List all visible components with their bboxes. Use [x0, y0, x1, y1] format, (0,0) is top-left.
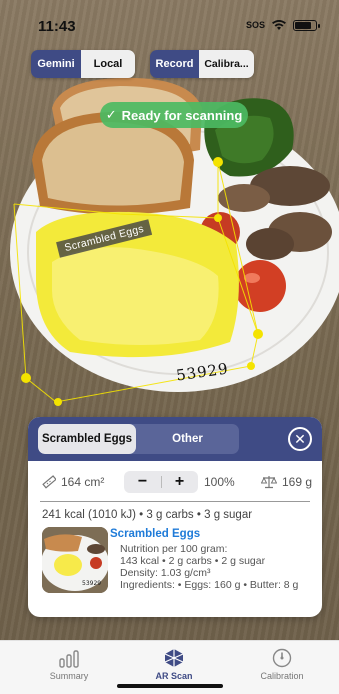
- anchor-point[interactable]: [213, 157, 223, 167]
- tab-calibration-label: Calibration: [260, 671, 304, 681]
- result-panel: Scrambled Eggs Other ✕ 164 cm² − + 100%: [28, 417, 322, 617]
- food-detail-card[interactable]: 53929 Scrambled Eggs Nutrition per 100 g…: [42, 527, 312, 611]
- calibrate-option[interactable]: Calibra...: [199, 50, 254, 78]
- phone-screen: Scrambled Eggs 53929 ✓ Ready for scannin…: [0, 0, 339, 694]
- food-name-link[interactable]: Scrambled Eggs: [110, 528, 200, 540]
- mushroom: [246, 228, 294, 260]
- nutrition-per-100g: 143 kcal • 2 g carbs • 2 g sugar: [120, 555, 266, 567]
- scale-icon: [260, 476, 277, 489]
- tab-summary-label: Summary: [49, 671, 89, 681]
- mode-toggle[interactable]: Gemini Local: [31, 50, 135, 78]
- status-bar: 11:43 SOS: [0, 0, 339, 40]
- decrease-button[interactable]: −: [124, 473, 161, 491]
- bar-chart-icon: [59, 650, 79, 668]
- anchor-point[interactable]: [214, 214, 222, 222]
- area-value: 164 cm²: [61, 475, 105, 489]
- anchor-point[interactable]: [247, 362, 255, 370]
- panel-header: Scrambled Eggs Other ✕: [28, 417, 322, 461]
- density-info: Density: 1.03 g/cm³: [120, 567, 211, 579]
- food-tab-scrambled-eggs[interactable]: Scrambled Eggs: [38, 424, 136, 454]
- measurement-row: 164 cm² − + 100% 169 g: [42, 471, 312, 493]
- weight-value: 169 g: [281, 475, 312, 489]
- mode-option-local[interactable]: Local: [81, 50, 135, 78]
- tab-calibration[interactable]: Calibration: [232, 641, 332, 694]
- portion-stepper[interactable]: − +: [124, 471, 198, 493]
- anchor-point[interactable]: [54, 398, 62, 406]
- stepper-divider: [161, 476, 162, 488]
- area-group: 164 cm²: [42, 475, 124, 489]
- svg-text:53929: 53929: [82, 580, 101, 587]
- portion-percent: 100%: [204, 475, 235, 489]
- checkmark-icon: ✓: [105, 107, 117, 122]
- toast-front-crumb: [42, 122, 184, 206]
- divider: [40, 501, 310, 502]
- status-indicators: SOS: [245, 19, 320, 31]
- food-selector[interactable]: Scrambled Eggs Other: [38, 424, 239, 454]
- anchor-point[interactable]: [21, 373, 31, 383]
- food-thumbnail-image: 53929: [42, 527, 108, 593]
- ruler-icon: [42, 475, 56, 489]
- tab-ar-scan-label: AR Scan: [155, 671, 193, 681]
- battery-icon: [293, 19, 320, 31]
- ar-cube-icon: [164, 649, 184, 667]
- tab-summary[interactable]: Summary: [19, 641, 119, 694]
- ready-text: Ready for scanning: [121, 107, 243, 123]
- wifi-icon: [272, 20, 286, 30]
- ingredients-info: Ingredients: • Eggs: 160 g • Butter: 8 g: [120, 579, 299, 591]
- mode-option-gemini[interactable]: Gemini: [31, 50, 81, 78]
- close-icon[interactable]: ✕: [288, 427, 312, 451]
- tomato-shine: [244, 273, 260, 283]
- home-indicator[interactable]: [117, 684, 223, 688]
- food-tab-other[interactable]: Other: [136, 424, 239, 454]
- anchor-point[interactable]: [253, 329, 263, 339]
- status-time: 11:43: [38, 18, 76, 35]
- record-option[interactable]: Record: [150, 50, 199, 78]
- ready-status-pill: ✓ Ready for scanning: [100, 102, 248, 128]
- mushroom: [218, 184, 270, 212]
- weight-group: 169 g: [260, 475, 312, 489]
- sos-indicator: SOS: [245, 20, 265, 30]
- gauge-icon: [272, 648, 292, 668]
- food-thumbnail: 53929: [42, 527, 108, 593]
- nutrition-summary: 241 kcal (1010 kJ) • 3 g carbs • 3 g sug…: [42, 509, 253, 521]
- record-toggle[interactable]: Record Calibra...: [150, 50, 254, 78]
- nutrition-header: Nutrition per 100 gram:: [120, 543, 228, 555]
- increase-button[interactable]: +: [161, 473, 198, 491]
